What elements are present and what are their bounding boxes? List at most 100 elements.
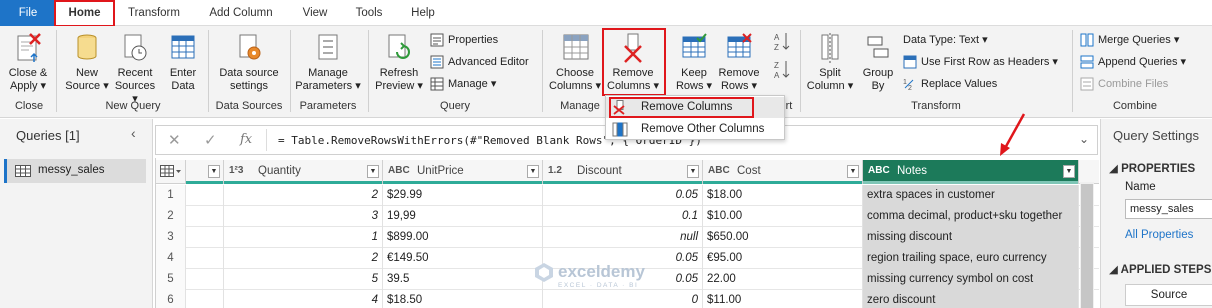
- column-filter-chevron-icon[interactable]: ▼: [847, 165, 859, 178]
- row-number[interactable]: 6: [156, 290, 186, 308]
- use-first-row-button[interactable]: Use First Row as Headers ▾: [903, 53, 1058, 71]
- table-cell[interactable]: 0.1: [543, 206, 703, 227]
- menu-item-remove-other-columns[interactable]: Remove Other Columns: [606, 119, 784, 140]
- row-number[interactable]: 1: [156, 185, 186, 206]
- table-cell[interactable]: comma decimal, product+sku together: [863, 206, 1079, 227]
- tab-add-column[interactable]: Add Column: [196, 0, 286, 26]
- cancel-x-icon[interactable]: ✕: [168, 131, 181, 149]
- table-cell[interactable]: $899.00: [383, 227, 543, 248]
- collapse-chevron-icon[interactable]: ‹: [131, 125, 136, 141]
- column-header-discount[interactable]: 1.2 Discount ▼: [543, 160, 703, 184]
- table-cell[interactable]: $10.00: [703, 206, 863, 227]
- tab-view[interactable]: View: [294, 0, 336, 26]
- group-by-button[interactable]: Group By: [858, 32, 898, 93]
- table-cell[interactable]: 3: [224, 206, 383, 227]
- vertical-scrollbar-thumb[interactable]: [1081, 184, 1093, 308]
- refresh-preview-button[interactable]: Refresh Preview ▾: [372, 32, 426, 93]
- column-filter-chevron-icon[interactable]: ▼: [687, 165, 699, 178]
- column-header-partial[interactable]: ▼: [186, 160, 224, 184]
- table-cell[interactable]: $29.99: [383, 185, 543, 206]
- collapse-triangle-icon[interactable]: ◢: [1109, 163, 1118, 175]
- sort-ascending-button[interactable]: AZ: [770, 30, 794, 57]
- all-properties-link[interactable]: All Properties: [1125, 229, 1193, 241]
- row-number[interactable]: 5: [156, 269, 186, 290]
- new-source-button[interactable]: New Source ▾: [62, 32, 112, 93]
- keep-rows-button[interactable]: Keep Rows ▾: [672, 32, 716, 93]
- recent-sources-button[interactable]: Recent Sources ▾: [112, 32, 158, 106]
- query-name-input[interactable]: messy_sales: [1125, 199, 1212, 219]
- query-item-messy-sales[interactable]: messy_sales: [4, 159, 146, 183]
- table-cell[interactable]: zero discount: [863, 290, 1079, 308]
- collapse-triangle-icon[interactable]: ◢: [1109, 264, 1118, 276]
- svg-text:A: A: [774, 33, 780, 42]
- manage-button[interactable]: Manage ▾: [430, 75, 496, 93]
- table-cell[interactable]: €149.50: [383, 248, 543, 269]
- replace-values-button[interactable]: 1 2 Replace Values: [903, 75, 997, 93]
- merge-queries-button[interactable]: Merge Queries ▾: [1080, 31, 1179, 49]
- append-queries-button[interactable]: Append Queries ▾: [1080, 53, 1186, 71]
- column-filter-chevron-icon[interactable]: ▼: [527, 165, 539, 178]
- table-cell[interactable]: [186, 248, 224, 269]
- column-filter-chevron-icon[interactable]: ▼: [367, 165, 379, 178]
- table-cell[interactable]: $11.00: [703, 290, 863, 308]
- column-header-unitprice[interactable]: ABC UnitPrice ▼: [383, 160, 543, 184]
- data-type-dropdown[interactable]: Data Type: Text ▾: [903, 31, 988, 49]
- table-cell[interactable]: missing currency symbol on cost: [863, 269, 1079, 290]
- group-divider: [290, 30, 291, 112]
- table-cell[interactable]: 2: [224, 248, 383, 269]
- tab-home[interactable]: Home: [54, 0, 115, 27]
- column-filter-chevron-icon[interactable]: ▼: [1063, 165, 1075, 178]
- table-cell[interactable]: missing discount: [863, 227, 1079, 248]
- combine-files-button[interactable]: Combine Files: [1080, 75, 1168, 93]
- table-cell[interactable]: 19,99: [383, 206, 543, 227]
- tab-help[interactable]: Help: [402, 0, 444, 26]
- manage-parameters-button[interactable]: Manage Parameters ▾: [294, 32, 362, 93]
- split-column-button[interactable]: Split Column ▾: [806, 32, 854, 93]
- tab-file[interactable]: File: [0, 0, 56, 26]
- table-cell[interactable]: $650.00: [703, 227, 863, 248]
- table-cell[interactable]: 5: [224, 269, 383, 290]
- table-cell[interactable]: [186, 290, 224, 308]
- close-apply-button[interactable]: Close & Apply ▾: [4, 32, 52, 93]
- remove-rows-button[interactable]: Remove Rows ▾: [716, 32, 762, 93]
- table-cell[interactable]: $18.50: [383, 290, 543, 308]
- table-cell[interactable]: [186, 206, 224, 227]
- column-header-notes[interactable]: ABC Notes ▼: [863, 160, 1079, 184]
- fx-icon[interactable]: fx: [240, 132, 252, 147]
- table-cell[interactable]: null: [543, 227, 703, 248]
- choose-columns-label-2: Columns: [549, 80, 593, 92]
- commit-check-icon[interactable]: ✓: [204, 131, 217, 149]
- table-cell[interactable]: [186, 227, 224, 248]
- column-header-quantity[interactable]: 1²3 Quantity ▼: [224, 160, 383, 184]
- expand-formula-chevron-icon[interactable]: ⌄: [1079, 132, 1089, 146]
- row-number[interactable]: 4: [156, 248, 186, 269]
- table-cell[interactable]: $18.00: [703, 185, 863, 206]
- column-header-cost[interactable]: ABC Cost ▼: [703, 160, 863, 184]
- sort-descending-button[interactable]: ZA: [770, 58, 794, 85]
- choose-columns-button[interactable]: Choose Columns ▾: [548, 32, 602, 93]
- data-source-settings-button[interactable]: Data source settings: [212, 32, 286, 93]
- table-cell[interactable]: 4: [224, 290, 383, 308]
- row-number[interactable]: 2: [156, 206, 186, 227]
- row-number[interactable]: 3: [156, 227, 186, 248]
- table-cell[interactable]: region trailing space, euro currency: [863, 248, 1079, 269]
- advanced-editor-button[interactable]: Advanced Editor: [430, 53, 529, 71]
- table-cell[interactable]: [186, 185, 224, 206]
- table-cell[interactable]: 39.5: [383, 269, 543, 290]
- table-cell[interactable]: 0: [543, 290, 703, 308]
- table-cell[interactable]: 2: [224, 185, 383, 206]
- table-cell[interactable]: 0.05: [543, 185, 703, 206]
- table-cell[interactable]: 1: [224, 227, 383, 248]
- properties-button[interactable]: Properties: [430, 31, 498, 49]
- enter-data-button[interactable]: Enter Data: [162, 32, 204, 93]
- tab-tools[interactable]: Tools: [346, 0, 392, 26]
- table-cell[interactable]: extra spaces in customer: [863, 185, 1079, 206]
- table-cell[interactable]: [186, 269, 224, 290]
- table-cell[interactable]: €95.00: [703, 248, 863, 269]
- column-filter-chevron-icon[interactable]: ▼: [208, 165, 220, 178]
- table-cell[interactable]: 22.00: [703, 269, 863, 290]
- applied-step-source[interactable]: Source: [1125, 284, 1212, 306]
- table-menu-button[interactable]: [156, 160, 186, 184]
- tab-transform[interactable]: Transform: [117, 0, 191, 26]
- split-column-icon: [821, 33, 839, 63]
